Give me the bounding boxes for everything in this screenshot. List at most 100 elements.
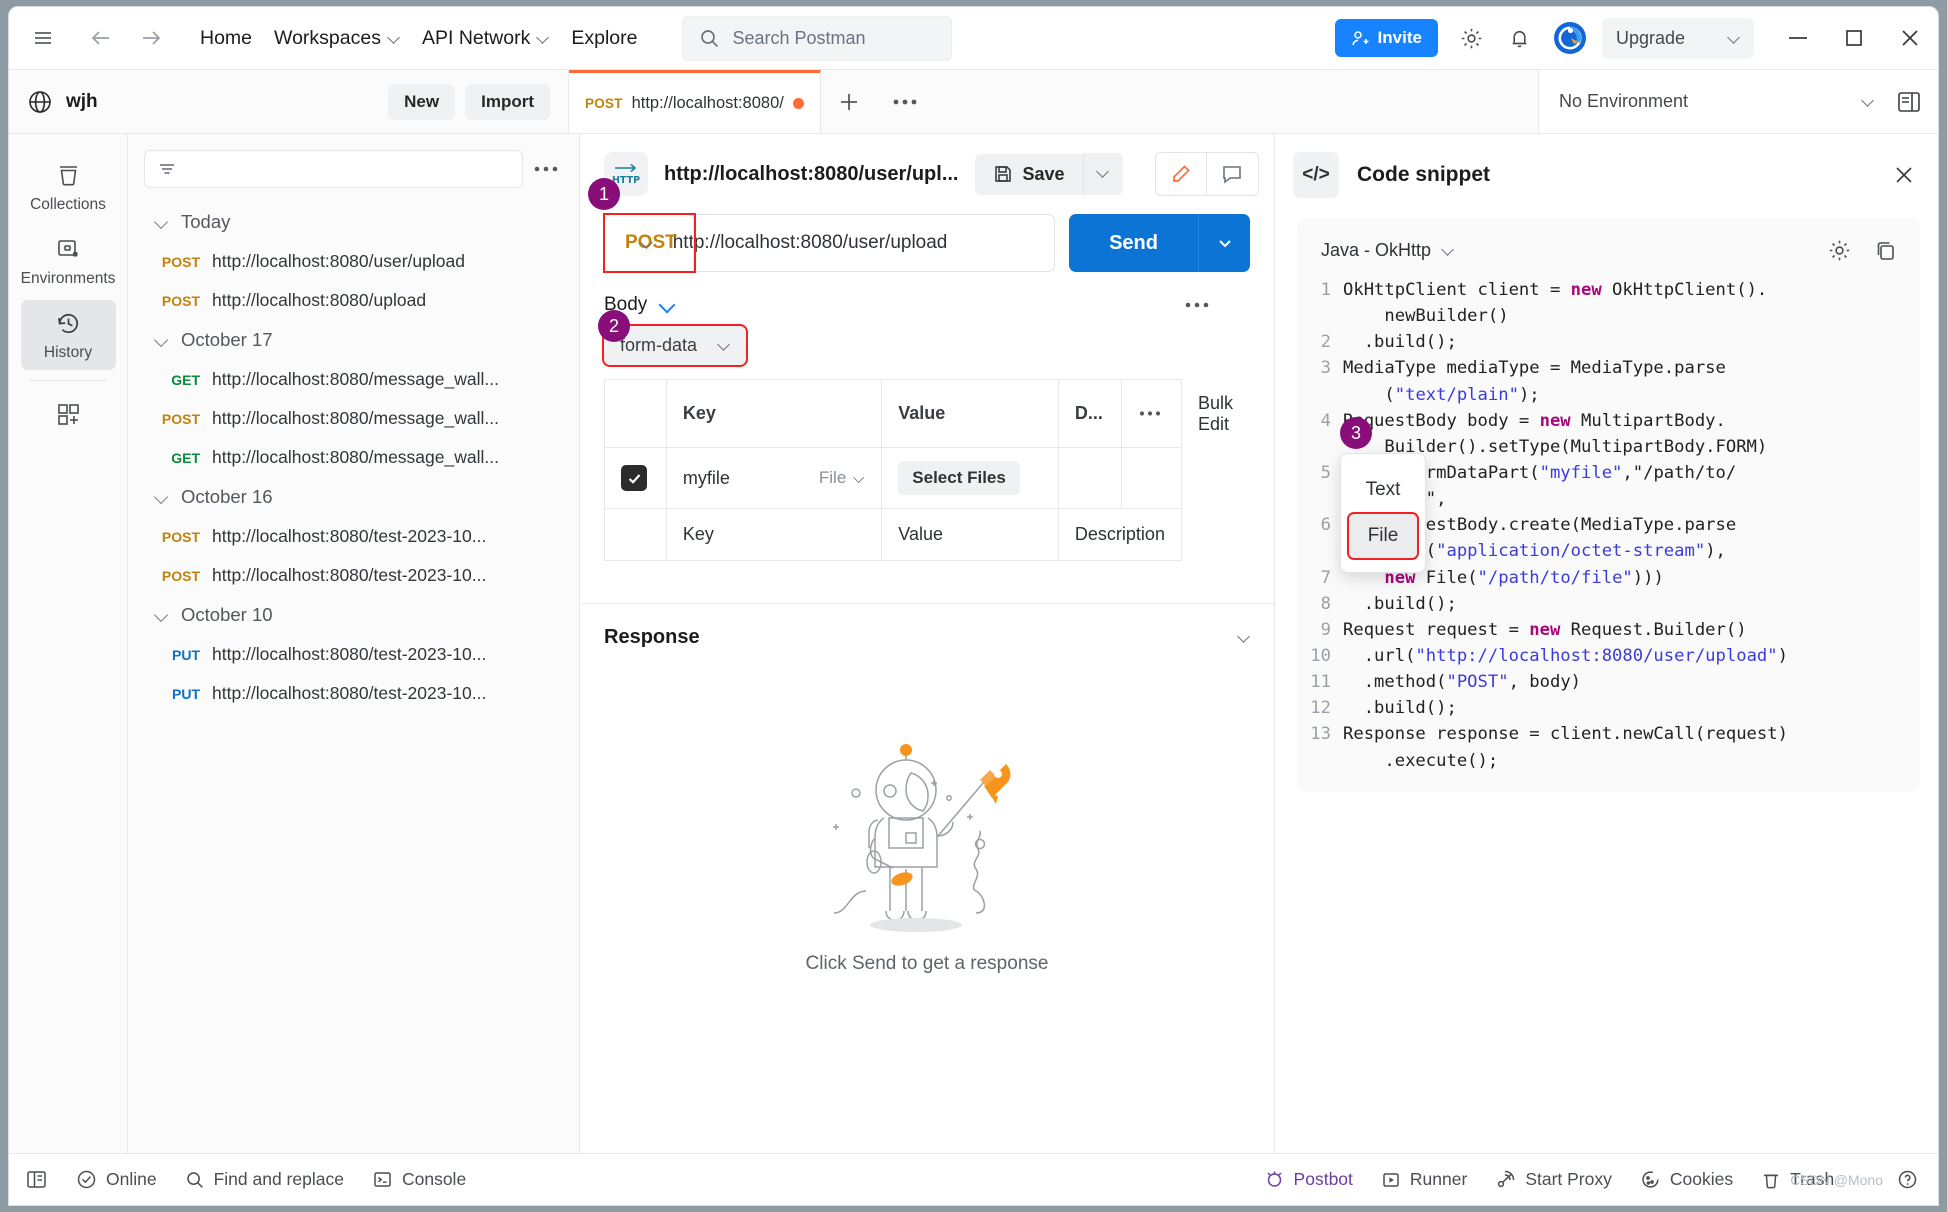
header-options-icon[interactable] — [1121, 379, 1182, 448]
code-language-select[interactable]: Java - OkHttp — [1321, 240, 1431, 261]
postbot-button[interactable]: Postbot — [1250, 1169, 1367, 1190]
history-list-item[interactable]: POST http://localhost:8080/user/upload — [128, 242, 579, 281]
environment-selector[interactable]: No Environment — [1538, 70, 1938, 133]
nav-link-explore-label: Explore — [571, 26, 638, 49]
runner-button[interactable]: Runner — [1367, 1169, 1481, 1190]
row-checkbox-cell[interactable] — [604, 447, 667, 509]
empty-row-checkbox-cell[interactable] — [604, 508, 667, 561]
url-row: POST http://localhost:8080/user/upload S… — [580, 206, 1274, 273]
sidebar-toggle-icon[interactable] — [25, 1168, 62, 1191]
code-icon[interactable]: </> — [1293, 152, 1339, 198]
arrow-left-icon[interactable] — [81, 18, 121, 58]
close-icon[interactable] — [1882, 7, 1938, 69]
new-button[interactable]: New — [388, 83, 456, 120]
sidebar-item-history[interactable]: History — [20, 300, 116, 370]
history-list-item[interactable]: POST http://localhost:8080/test-2023-10..… — [128, 556, 579, 595]
history-list-item[interactable]: PUT http://localhost:8080/test-2023-10... — [128, 635, 579, 674]
history-list-item[interactable]: PUT http://localhost:8080/test-2023-10... — [128, 674, 579, 713]
empty-row-key-cell[interactable]: Key — [665, 508, 883, 561]
history-list-item[interactable]: POST http://localhost:8080/test-2023-10..… — [128, 517, 579, 556]
step-badge-1-number: 1 — [598, 183, 609, 204]
bulk-edit-button[interactable]: Bulk Edit — [1181, 380, 1249, 448]
nav-link-api-network[interactable]: API Network — [411, 21, 560, 56]
request-tab[interactable]: POST http://localhost:8080/ — [569, 70, 821, 133]
import-button[interactable]: Import — [465, 83, 550, 120]
save-dropdown-caret[interactable] — [1082, 153, 1123, 195]
close-icon[interactable] — [1892, 163, 1916, 187]
find-and-replace-label: Find and replace — [213, 1169, 344, 1189]
bell-icon[interactable] — [1500, 18, 1540, 58]
sidebar-item-collections[interactable]: Collections — [21, 152, 116, 222]
history-list-item[interactable]: POST http://localhost:8080/upload — [128, 281, 579, 320]
row-checkbox[interactable] — [621, 465, 647, 491]
terminal-icon — [372, 1169, 393, 1190]
chevron-down-icon[interactable] — [642, 238, 653, 249]
maximize-icon[interactable] — [1826, 7, 1882, 69]
arrow-right-icon[interactable] — [131, 18, 171, 58]
sidebar-item-environments[interactable]: Environments — [21, 226, 116, 296]
send-dropdown-caret[interactable] — [1198, 214, 1250, 272]
nav-link-home[interactable]: Home — [189, 21, 263, 56]
empty-row-trailing-cell — [1181, 509, 1249, 561]
left-rail: Collections Environments History — [9, 134, 128, 1153]
search-input[interactable]: Search Postman — [682, 15, 953, 61]
step-badge-1: 1 — [588, 178, 620, 210]
row-value-cell[interactable]: Select Files — [881, 447, 1059, 509]
copy-icon[interactable] — [1874, 239, 1898, 263]
more-horizontal-icon[interactable] — [533, 164, 559, 174]
type-option-text[interactable]: Text — [1349, 468, 1417, 512]
request-header: HTTP 1 http://localhost:8080/user/upl...… — [580, 134, 1274, 210]
history-group-header[interactable]: Today — [128, 202, 579, 242]
upgrade-dropdown[interactable]: Upgrade — [1601, 17, 1754, 59]
select-files-button[interactable]: Select Files — [898, 461, 1020, 495]
history-item-url: http://localhost:8080/message_wall... — [212, 369, 499, 389]
history-group-header[interactable]: October 17 — [128, 320, 579, 360]
cookies-button[interactable]: Cookies — [1626, 1169, 1747, 1190]
history-group-header[interactable]: October 16 — [128, 477, 579, 517]
chevron-down-icon[interactable] — [1239, 632, 1250, 643]
sidebar-item-add-module[interactable] — [21, 391, 116, 436]
user-avatar[interactable] — [1550, 18, 1590, 58]
type-option-file[interactable]: File — [1347, 512, 1419, 560]
row-key-cell[interactable]: myfile File — [665, 447, 883, 509]
nav-link-workspaces[interactable]: Workspaces — [263, 21, 411, 56]
status-online[interactable]: Online — [62, 1169, 171, 1190]
row-type-value: File — [818, 468, 847, 487]
empty-row-description-cell[interactable]: Description — [1057, 508, 1182, 561]
more-horizontal-icon[interactable] — [1184, 300, 1210, 310]
history-list-item[interactable]: POST http://localhost:8080/message_wall..… — [128, 399, 579, 438]
start-proxy-button[interactable]: Start Proxy — [1481, 1169, 1626, 1190]
empty-row-value-cell[interactable]: Value — [881, 508, 1059, 561]
edit-request-button[interactable] — [1154, 152, 1207, 196]
more-horizontal-icon[interactable] — [877, 70, 933, 133]
nav-link-home-label: Home — [200, 26, 253, 49]
find-and-replace-button[interactable]: Find and replace — [171, 1169, 358, 1190]
help-button[interactable] — [1883, 1169, 1922, 1190]
history-group-header[interactable]: October 10 — [128, 595, 579, 635]
row-type-select[interactable]: File — [819, 468, 865, 488]
send-button[interactable]: Send — [1069, 214, 1198, 272]
environment-quick-look-icon[interactable] — [1896, 89, 1922, 115]
history-list-item[interactable]: GET http://localhost:8080/message_wall... — [128, 438, 579, 477]
gear-icon[interactable] — [1827, 238, 1852, 263]
save-button[interactable]: Save — [974, 153, 1083, 195]
chevron-down-icon[interactable] — [661, 299, 674, 312]
console-button[interactable]: Console — [358, 1169, 480, 1190]
history-filter-input[interactable] — [144, 150, 523, 188]
workspace-name: wjh — [66, 90, 98, 112]
chevron-down-icon[interactable] — [1443, 245, 1454, 256]
form-data-type-menu[interactable]: Text File — [1340, 453, 1426, 573]
invite-button[interactable]: Invite — [1334, 19, 1438, 57]
chevron-down-icon — [389, 33, 400, 44]
hamburger-icon[interactable] — [23, 18, 63, 58]
minimize-icon[interactable] — [1770, 7, 1826, 69]
comment-button[interactable] — [1206, 152, 1259, 196]
plus-icon[interactable] — [821, 70, 877, 133]
history-list-item[interactable]: GET http://localhost:8080/message_wall... — [128, 360, 579, 399]
gear-icon[interactable] — [1452, 18, 1492, 58]
row-options-cell[interactable] — [1121, 447, 1182, 509]
url-input[interactable]: http://localhost:8080/user/upload — [653, 232, 1054, 254]
nav-link-explore[interactable]: Explore — [560, 21, 648, 56]
row-description-cell[interactable] — [1057, 447, 1123, 509]
history-item-method: POST — [161, 293, 200, 309]
